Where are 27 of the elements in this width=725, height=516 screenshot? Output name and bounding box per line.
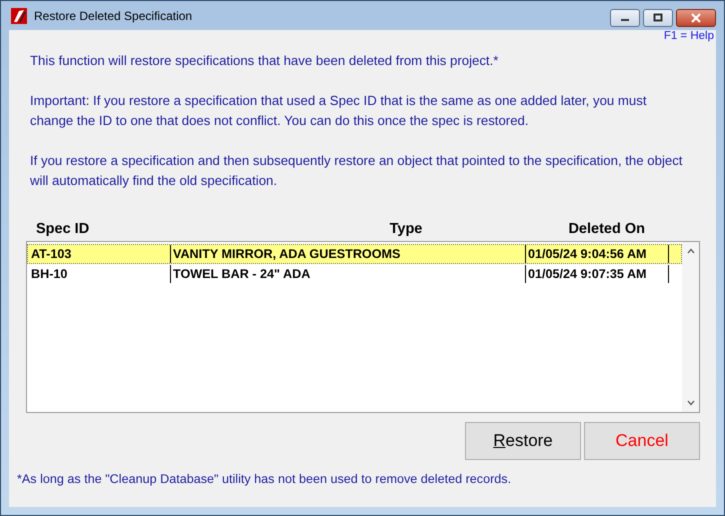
list-row[interactable]: AT-103 VANITY MIRROR, ADA GUESTROOMS 01/05/24 9:04:56 AM bbox=[27, 244, 682, 264]
maximize-icon bbox=[653, 13, 663, 23]
close-icon bbox=[690, 13, 702, 23]
table-cell: TOWEL BAR - 24" ADA bbox=[171, 265, 526, 283]
column-header: Deleted On bbox=[568, 221, 645, 239]
close-button[interactable] bbox=[676, 9, 716, 27]
table-cell: 01/05/24 9:04:56 AM bbox=[526, 245, 669, 263]
window-title: Restore Deleted Specification bbox=[34, 8, 192, 22]
restore-button[interactable]: Restore bbox=[465, 422, 581, 460]
table-cell: 01/05/24 9:07:35 AM bbox=[526, 265, 669, 283]
minimize-button[interactable] bbox=[610, 9, 640, 27]
footnote: *As long as the "Cleanup Database" utility has not been used to remove deleted records. bbox=[17, 472, 512, 486]
help-hint: F1 = Help bbox=[664, 30, 714, 43]
column-header: Spec ID bbox=[35, 221, 90, 239]
app-logo-icon bbox=[11, 8, 27, 24]
scroll-down-icon[interactable] bbox=[686, 400, 694, 406]
info-paragraph: Important: If you restore a specification that used a Spec ID that is the same as one added later, you must change the ID to one that does not conflict. You can do this once the spec is restored. bbox=[30, 92, 648, 130]
table-cell: BH-10 bbox=[28, 265, 171, 283]
table-cell: VANITY MIRROR, ADA GUESTROOMS bbox=[171, 245, 526, 263]
table-cell: AT-103 bbox=[28, 245, 171, 263]
info-paragraph: If you restore a specification and then subsequently restore an object that pointed to the specification, the object will automatically find the old specification. bbox=[30, 152, 684, 190]
scrollbar[interactable] bbox=[682, 242, 699, 412]
info-paragraph: This function will restore specifications that have been deleted from this project.* bbox=[30, 52, 500, 70]
column-header: Type bbox=[388, 221, 424, 239]
list-row[interactable]: BH-10 TOWEL BAR - 24" ADA 01/05/24 9:07:35 AM bbox=[27, 264, 682, 284]
scroll-up-icon[interactable] bbox=[686, 248, 694, 254]
maximize-button[interactable] bbox=[643, 9, 673, 27]
